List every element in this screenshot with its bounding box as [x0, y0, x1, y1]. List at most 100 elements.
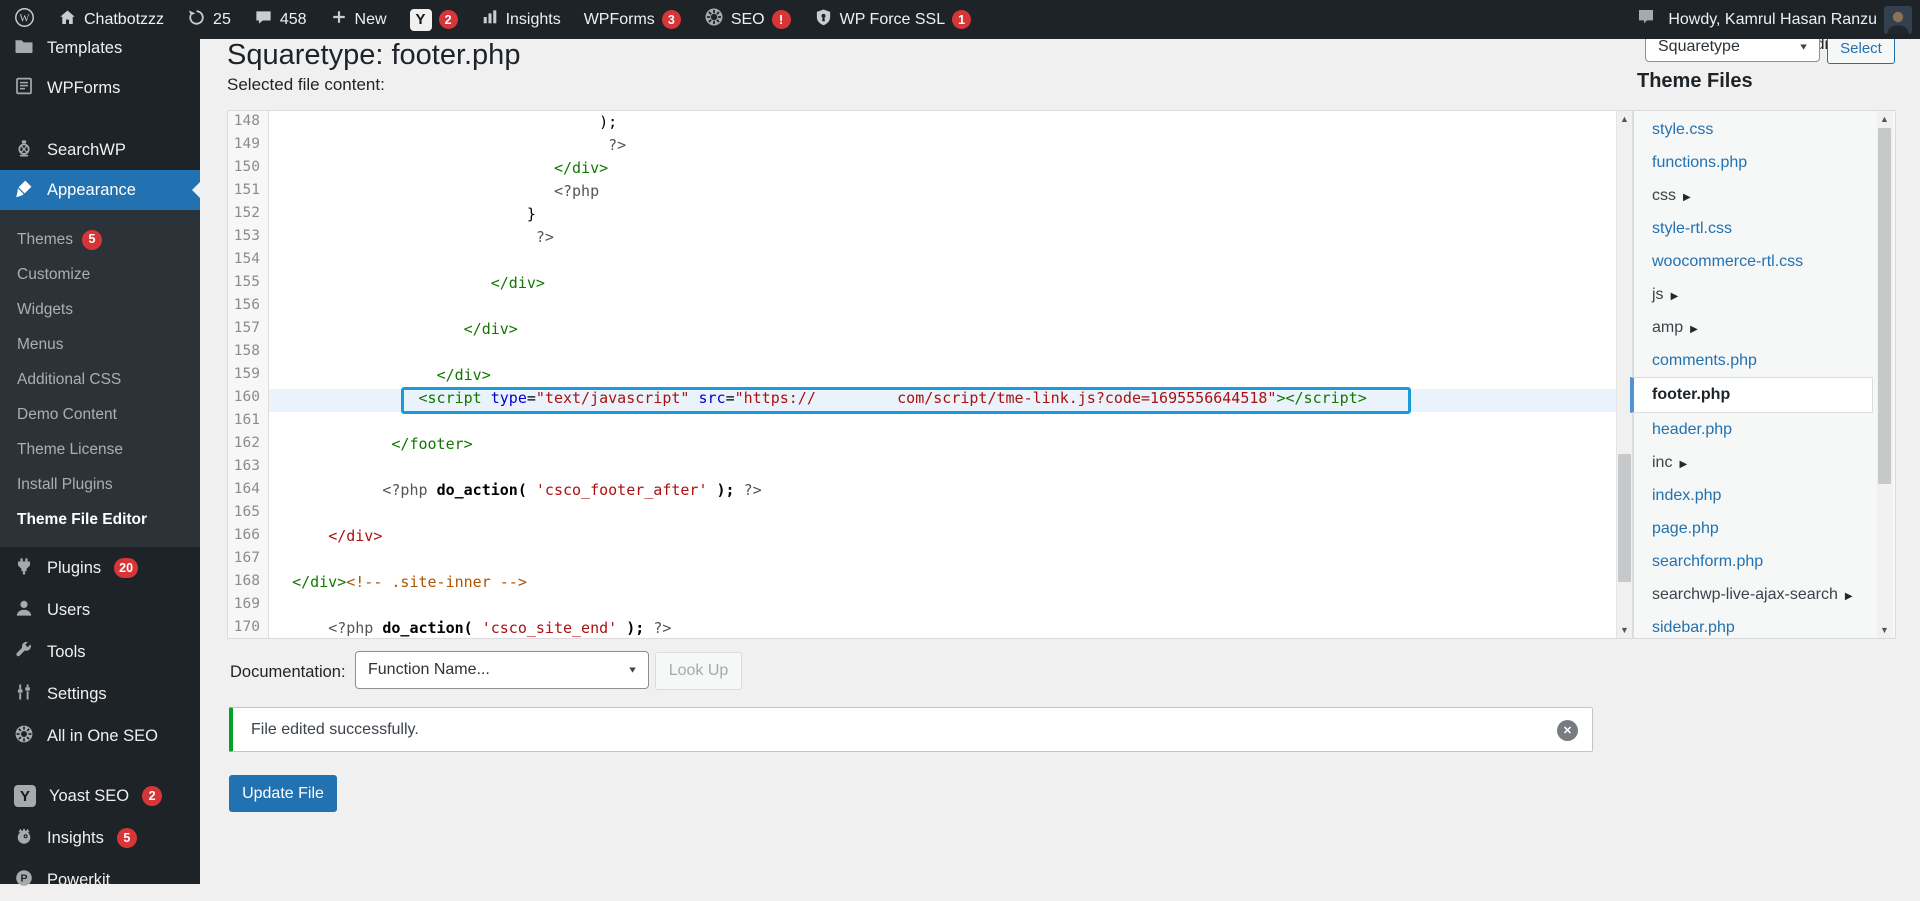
look-up-button[interactable]: Look Up [655, 652, 742, 690]
code-line-161[interactable] [269, 412, 1616, 435]
theme-files-scrollbar[interactable]: ▲ ▼ [1877, 111, 1893, 638]
theme-file-searchform-php[interactable]: searchform.php [1634, 545, 1876, 578]
sidebar-item-themes[interactable]: Themes5 [0, 222, 200, 257]
theme-file-inc[interactable]: inc▶ [1634, 446, 1876, 479]
sidebar-item-plugins[interactable]: Plugins20 [0, 547, 200, 589]
code-line-166[interactable]: </div> [269, 527, 1616, 550]
sidebar-item-powerkit[interactable]: PPowerkit [0, 859, 200, 901]
theme-file-woocommerce-rtl-css[interactable]: woocommerce-rtl.css [1634, 245, 1876, 278]
wp-logo-menu[interactable]: W [14, 7, 35, 33]
selected-file-label: Selected file content: [227, 75, 385, 95]
menu-separator [0, 757, 200, 775]
theme-file-page-php[interactable]: page.php [1634, 512, 1876, 545]
sidebar-item-all-in-one-seo[interactable]: All in One SEO [0, 715, 200, 757]
yoast-badge: 2 [439, 10, 458, 29]
code-line-170[interactable]: <?php do_action( 'csco_site_end' ); ?> [269, 619, 1616, 638]
site-name-menu[interactable]: Chatbotzzz [58, 8, 164, 32]
update-file-button[interactable]: Update File [229, 775, 337, 812]
code-line-155[interactable]: </div> [269, 274, 1616, 297]
code-line-167[interactable] [269, 550, 1616, 573]
code-line-162[interactable]: </footer> [269, 435, 1616, 458]
sidebar-item-users[interactable]: Users [0, 589, 200, 631]
sidebar-item-theme-license[interactable]: Theme License [0, 432, 200, 467]
theme-file-amp[interactable]: amp▶ [1634, 311, 1876, 344]
theme-file-searchwp-live-ajax-search[interactable]: searchwp-live-ajax-search ▶ [1634, 578, 1876, 611]
sidebar-item-theme-file-editor[interactable]: Theme File Editor [0, 502, 200, 537]
new-content-menu[interactable]: New [330, 8, 387, 31]
code-line-156[interactable] [269, 297, 1616, 320]
line-number: 170 [228, 619, 268, 642]
line-number: 151 [228, 182, 268, 205]
code-line-169[interactable] [269, 596, 1616, 619]
code-line-152[interactable]: } [269, 205, 1616, 228]
code-line-168[interactable]: </div><!-- .site-inner --> [269, 573, 1616, 596]
theme-file-style-css[interactable]: style.css [1634, 113, 1876, 146]
comment-icon [254, 8, 273, 32]
theme-file-css[interactable]: css ▶ [1634, 179, 1876, 212]
comments-menu[interactable]: 458 [254, 8, 307, 32]
theme-file-header-php[interactable]: header.php [1634, 413, 1876, 446]
theme-file-sidebar-php[interactable]: sidebar.php [1634, 611, 1876, 644]
file-label: css [1652, 187, 1676, 204]
scroll-up-arrow[interactable]: ▲ [1617, 111, 1632, 127]
sidebar-item-searchwp[interactable]: SearchWP [0, 130, 200, 170]
code-line-149[interactable]: ?> [269, 136, 1616, 159]
submenu-item-label: Theme File Editor [17, 502, 147, 537]
code-lines[interactable]: ); ?> </div> <?php } ?> </ [269, 111, 1616, 638]
line-number: 157 [228, 320, 268, 343]
folder-arrow-icon: ▶ [1683, 192, 1691, 203]
code-line-158[interactable] [269, 343, 1616, 366]
scroll-up-arrow[interactable]: ▲ [1877, 111, 1892, 127]
sidebar-item-demo-content[interactable]: Demo Content [0, 397, 200, 432]
file-label: style-rtl.css [1652, 220, 1732, 237]
file-label: searchwp-live-ajax-search [1652, 586, 1838, 603]
insights-menu[interactable]: Insights [481, 8, 561, 31]
sidebar-item-insights[interactable]: Insights5 [0, 817, 200, 859]
code-line-151[interactable]: <?php [269, 182, 1616, 205]
sidebar-item-menus[interactable]: Menus [0, 327, 200, 362]
editor-scrollbar[interactable]: ▲ ▼ [1616, 111, 1632, 638]
feedback-bubble[interactable] [1636, 7, 1656, 32]
theme-file-comments-php[interactable]: comments.php [1634, 344, 1876, 377]
sidebar-item-additional-css[interactable]: Additional CSS [0, 362, 200, 397]
code-line-164[interactable]: <?php do_action( 'csco_footer_after' ); … [269, 481, 1616, 504]
scroll-down-arrow[interactable]: ▼ [1617, 622, 1632, 638]
editor-scroll-thumb[interactable] [1618, 454, 1631, 582]
wpforms-menu[interactable]: WPForms 3 [584, 10, 681, 29]
code-line-148[interactable]: ); [269, 113, 1616, 136]
code-line-153[interactable]: ?> [269, 228, 1616, 251]
code-line-154[interactable] [269, 251, 1616, 274]
sidebar-item-wpforms[interactable]: WPForms [0, 68, 200, 108]
sidebar-item-settings[interactable]: Settings [0, 673, 200, 715]
sidebar-item-appearance[interactable]: Appearance [0, 170, 200, 210]
theme-file-js[interactable]: js▶ [1634, 278, 1876, 311]
theme-file-footer-php[interactable]: footer.php [1630, 377, 1873, 413]
seo-menu[interactable]: SEO ! [704, 7, 791, 32]
code-line-163[interactable] [269, 458, 1616, 481]
theme-files-scroll-thumb[interactable] [1878, 128, 1891, 484]
theme-file-functions-php[interactable]: functions.php [1634, 146, 1876, 179]
code-line-150[interactable]: </div> [269, 159, 1616, 182]
line-number: 167 [228, 550, 268, 573]
theme-file-style-rtl-css[interactable]: style-rtl.css [1634, 212, 1876, 245]
sidebar-item-customize[interactable]: Customize [0, 257, 200, 292]
code-line-157[interactable]: </div> [269, 320, 1616, 343]
scroll-down-arrow[interactable]: ▼ [1877, 622, 1892, 638]
theme-file-index-php[interactable]: index.php [1634, 479, 1876, 512]
wp-force-ssl-menu[interactable]: WP Force SSL 1 [814, 8, 972, 32]
code-line-165[interactable] [269, 504, 1616, 527]
updates-menu[interactable]: 25 [187, 8, 231, 32]
sidebar-item-install-plugins[interactable]: Install Plugins [0, 467, 200, 502]
code-line-160[interactable]: <script type="text/javascript" src="http… [269, 389, 1616, 412]
code-line-159[interactable]: </div> [269, 366, 1616, 389]
sidebar-item-widgets[interactable]: Widgets [0, 292, 200, 327]
yoast-menu[interactable]: Y 2 [410, 9, 458, 31]
line-number: 154 [228, 251, 268, 274]
my-account-menu[interactable]: Howdy, Kamrul Hasan Ranzu [1668, 6, 1912, 34]
folder-arrow-icon: ▶ [1845, 591, 1853, 602]
dismiss-notice-icon[interactable]: ✕ [1557, 720, 1578, 741]
function-name-select[interactable]: Function Name... ▼ [355, 651, 649, 689]
sidebar-item-yoast-seo[interactable]: YYoast SEO2 [0, 775, 200, 817]
submenu-item-label: Additional CSS [17, 362, 121, 397]
sidebar-item-tools[interactable]: Tools [0, 631, 200, 673]
